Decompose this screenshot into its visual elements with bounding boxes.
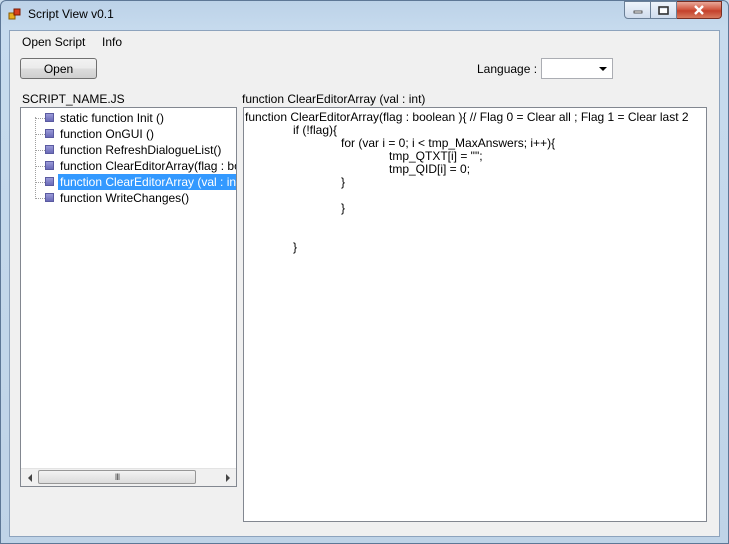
minimize-button[interactable]	[624, 1, 651, 19]
maximize-button[interactable]	[651, 1, 677, 19]
tree-node-init[interactable]: static function Init ()	[35, 110, 236, 126]
language-select[interactable]	[541, 58, 613, 79]
dropdown-arrow-icon	[599, 67, 607, 71]
tree-node-label: function WriteChanges()	[60, 191, 190, 205]
caption-buttons	[624, 1, 722, 19]
tree-node-cleareditorarray-flag[interactable]: function ClearEditorArray(flag : boolean…	[35, 158, 236, 174]
tree-node-refreshdialoguelist[interactable]: function RefreshDialogueList()	[35, 142, 236, 158]
menu-open-script[interactable]: Open Script	[22, 35, 85, 49]
method-icon	[45, 193, 54, 202]
minimize-icon	[633, 10, 642, 14]
menu-bar: Open Script Info	[10, 31, 719, 53]
tree-node-cleareditorarray-val[interactable]: function ClearEditorArray (val : int)	[35, 174, 236, 190]
scroll-right-button[interactable]	[219, 469, 236, 486]
app-icon	[8, 8, 21, 20]
scroll-left-button[interactable]	[21, 469, 38, 486]
tree-node-writechanges[interactable]: function WriteChanges()	[35, 190, 236, 206]
method-icon	[45, 161, 54, 170]
code-line: if (!flag){	[293, 123, 338, 137]
window-title: Script View v0.1	[28, 7, 114, 21]
tree-node-label: function OnGUI ()	[60, 127, 155, 141]
language-label: Language :	[477, 62, 538, 76]
scroll-grip: III	[114, 471, 120, 482]
method-icon	[45, 145, 54, 154]
close-icon	[694, 5, 704, 15]
tree-node-label: static function Init ()	[60, 111, 165, 125]
tree-node-ongui[interactable]: function OnGUI ()	[35, 126, 236, 142]
tree-node-label: function RefreshDialogueList()	[60, 143, 222, 157]
code-function-label: function ClearEditorArray (val : int)	[242, 92, 426, 106]
title-bar[interactable]: Script View v0.1	[1, 1, 728, 29]
open-button[interactable]: Open	[20, 58, 97, 79]
script-name-label: SCRIPT_NAME.JS	[22, 92, 125, 106]
scroll-thumb[interactable]: III	[38, 470, 196, 484]
code-line: }	[341, 201, 346, 215]
tree-content: static function Init () function OnGUI (…	[21, 108, 236, 468]
maximize-icon	[658, 5, 669, 15]
tree-node-label: function ClearEditorArray(flag : boolean…	[60, 159, 236, 173]
tree-horizontal-scrollbar[interactable]: III	[21, 468, 236, 486]
code-line: }	[341, 175, 346, 189]
method-icon	[45, 177, 54, 186]
menu-info[interactable]: Info	[102, 35, 122, 49]
method-icon	[45, 129, 54, 138]
chevron-left-icon	[27, 473, 32, 482]
code-line: tmp_QID[i] = 0;	[389, 162, 471, 176]
client-area: Open Script Info Open Language : SCRIPT_…	[9, 30, 720, 537]
tree-node-label: function ClearEditorArray (val : int)	[58, 174, 236, 190]
method-icon	[45, 113, 54, 122]
chevron-right-icon	[225, 473, 230, 482]
close-button[interactable]	[677, 1, 722, 19]
code-editor[interactable]: function ClearEditorArray(flag : boolean…	[243, 107, 707, 522]
code-line: }	[293, 240, 298, 254]
function-tree[interactable]: static function Init () function OnGUI (…	[20, 107, 237, 487]
script-view-window: Script View v0.1 Open Script Info Open L…	[0, 0, 729, 544]
